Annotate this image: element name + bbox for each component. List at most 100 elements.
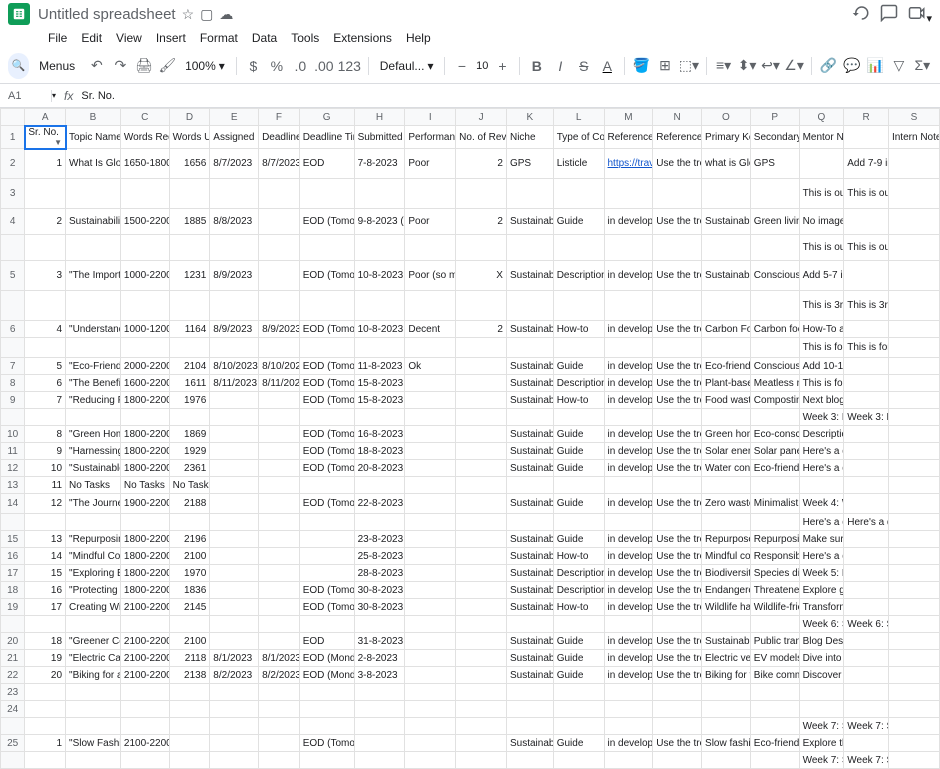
header-cell[interactable]: 1 — [1, 126, 25, 149]
cell[interactable] — [1, 752, 25, 769]
cell[interactable]: 1650-1800 — [120, 149, 169, 179]
cell[interactable] — [844, 494, 889, 514]
cell[interactable]: Week 7: Sustainable Fashion and Ethical … — [799, 718, 844, 735]
cell[interactable] — [456, 531, 507, 548]
cell[interactable] — [750, 514, 799, 531]
cell[interactable]: Use the trelliage — [653, 443, 702, 460]
menu-file[interactable]: File — [42, 29, 73, 47]
cell[interactable] — [405, 477, 456, 494]
cell[interactable] — [405, 718, 456, 735]
decrease-font-button[interactable]: − — [452, 54, 471, 78]
cell[interactable] — [66, 616, 121, 633]
cell[interactable]: Sustainability — [506, 358, 553, 375]
cell[interactable]: Carbon Footprin — [702, 321, 751, 338]
cell[interactable]: Sustainability — [506, 565, 553, 582]
cell[interactable]: in development — [604, 261, 653, 291]
cell[interactable]: Sustainability 101 — [66, 209, 121, 235]
cell[interactable]: Creating Wildlife — [66, 599, 121, 616]
cell[interactable] — [1, 616, 25, 633]
menu-extensions[interactable]: Extensions — [327, 29, 398, 47]
col-header-[interactable] — [1, 109, 25, 126]
cell[interactable] — [259, 718, 300, 735]
cell[interactable]: 7-8-2023 — [354, 149, 405, 179]
cell[interactable] — [456, 548, 507, 565]
cell[interactable] — [210, 338, 259, 358]
cell[interactable]: Use the trelliage — [653, 321, 702, 338]
merge-button[interactable]: ⬚▾ — [679, 54, 699, 78]
cell[interactable] — [506, 616, 553, 633]
cell[interactable]: Conscious cons — [750, 358, 799, 375]
cell[interactable]: "Greener Comm — [66, 633, 121, 650]
cell[interactable] — [888, 616, 939, 633]
cell[interactable]: 1656 — [169, 149, 210, 179]
sheets-logo[interactable] — [8, 3, 30, 25]
menu-format[interactable]: Format — [194, 29, 244, 47]
cell[interactable] — [210, 443, 259, 460]
cell[interactable] — [259, 179, 300, 209]
cell[interactable] — [506, 684, 553, 701]
cell[interactable] — [750, 235, 799, 261]
cell[interactable] — [888, 149, 939, 179]
cell[interactable]: Slow fashion, Eth — [702, 735, 751, 752]
cell[interactable]: Sustainability — [506, 667, 553, 684]
cell[interactable]: EOD (Tomorrow — [299, 460, 354, 477]
cell[interactable] — [66, 338, 121, 358]
cell[interactable]: Week 7: Sustainable Fashion and Ethical … — [799, 752, 844, 769]
cell[interactable] — [844, 684, 889, 701]
cell[interactable] — [120, 291, 169, 321]
cell[interactable] — [169, 684, 210, 701]
col-header-O[interactable]: O — [702, 109, 751, 126]
cell[interactable] — [888, 426, 939, 443]
cell[interactable]: Eco-conscious h — [750, 426, 799, 443]
cell[interactable]: Poor — [405, 149, 456, 179]
cell[interactable] — [604, 701, 653, 718]
cell[interactable] — [259, 531, 300, 548]
cell[interactable] — [169, 616, 210, 633]
cell[interactable]: Endangered spe — [702, 582, 751, 599]
cell[interactable]: 24 — [1, 701, 25, 718]
cell[interactable]: Transform your backyard into a haven for… — [799, 599, 844, 616]
cell[interactable]: 2138 — [169, 667, 210, 684]
cell[interactable]: 8/10/2023 — [259, 358, 300, 375]
cell[interactable] — [506, 514, 553, 531]
cell[interactable] — [702, 514, 751, 531]
cell[interactable]: Make sure you're sticking to the theme a… — [799, 531, 844, 548]
cell[interactable] — [844, 582, 889, 599]
cell[interactable] — [25, 338, 66, 358]
cell[interactable] — [210, 291, 259, 321]
menu-help[interactable]: Help — [400, 29, 437, 47]
cell[interactable] — [354, 735, 405, 752]
cell[interactable] — [25, 616, 66, 633]
cell[interactable] — [506, 235, 553, 261]
header-cell[interactable]: Reference Document — [604, 126, 653, 149]
cell[interactable]: Minimalist living, — [750, 494, 799, 514]
cell[interactable]: Use the trelliage — [653, 735, 702, 752]
cell[interactable] — [653, 684, 702, 701]
cell[interactable] — [750, 718, 799, 735]
cell[interactable]: Use the trelliage — [653, 494, 702, 514]
cell[interactable] — [888, 338, 939, 358]
cell[interactable]: EOD (Tomorrow — [299, 375, 354, 392]
col-header-A[interactable]: A — [25, 109, 66, 126]
cell[interactable] — [169, 752, 210, 769]
increase-decimal-button[interactable]: .00 — [314, 54, 333, 78]
cell[interactable] — [553, 477, 604, 494]
cell[interactable] — [66, 514, 121, 531]
cell[interactable] — [120, 701, 169, 718]
cell[interactable]: Week 7: Sustainable Fashion and Ethical … — [844, 718, 889, 735]
cell[interactable]: Eco-friendly land — [750, 460, 799, 477]
cell[interactable] — [299, 565, 354, 582]
cell[interactable]: Solar energy, Re — [702, 443, 751, 460]
cell[interactable]: Use the trelliage — [653, 375, 702, 392]
cell[interactable] — [506, 291, 553, 321]
cell[interactable] — [604, 409, 653, 426]
cloud-icon[interactable]: ☁ — [219, 6, 233, 23]
cell[interactable]: in development — [604, 358, 653, 375]
cell[interactable] — [259, 565, 300, 582]
cell[interactable] — [210, 531, 259, 548]
cell[interactable]: in development — [604, 375, 653, 392]
cell[interactable]: 2100-2200 — [120, 735, 169, 752]
cell[interactable] — [456, 179, 507, 209]
cell[interactable]: 16 — [25, 582, 66, 599]
cell[interactable]: "Understanding Y — [66, 321, 121, 338]
